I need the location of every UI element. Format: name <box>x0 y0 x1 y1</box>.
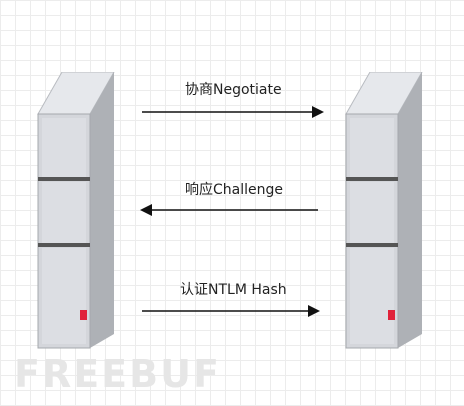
challenge-label: 响应Challenge <box>185 182 283 198</box>
auth-label: 认证NTLM Hash <box>180 282 287 298</box>
status-led-icon <box>388 310 395 320</box>
negotiate-label: 协商Negotiate <box>185 82 282 98</box>
negotiate-arrow <box>142 105 324 119</box>
watermark-logo: FREEBUF <box>14 352 221 396</box>
server-icon <box>338 72 428 354</box>
status-led-icon <box>80 310 87 320</box>
challenge-arrow <box>140 203 318 217</box>
auth-arrow <box>142 304 320 318</box>
client-server-icon <box>30 72 120 354</box>
